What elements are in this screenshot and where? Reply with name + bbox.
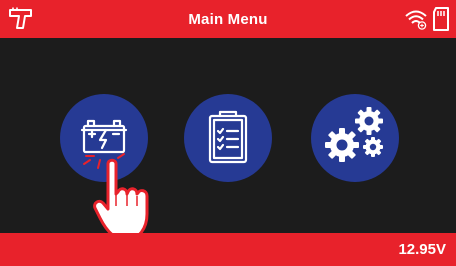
tester-gun-icon[interactable]: [8, 7, 34, 31]
checklist-button[interactable]: [184, 94, 272, 182]
voltage-readout: 12.95V: [398, 241, 446, 258]
menu-area: [0, 38, 456, 242]
sd-card-icon[interactable]: [432, 7, 450, 31]
page-title: Main Menu: [188, 10, 268, 28]
top-bar: Main Menu: [0, 0, 456, 38]
wifi-icon[interactable]: [404, 8, 428, 30]
clipboard-checklist-icon: [208, 110, 248, 164]
status-bar: 12.95V: [0, 233, 456, 266]
settings-button[interactable]: [311, 94, 399, 182]
gears-icon: [325, 107, 383, 162]
main-menu-screen: Main Menu 12.95V: [0, 0, 456, 266]
